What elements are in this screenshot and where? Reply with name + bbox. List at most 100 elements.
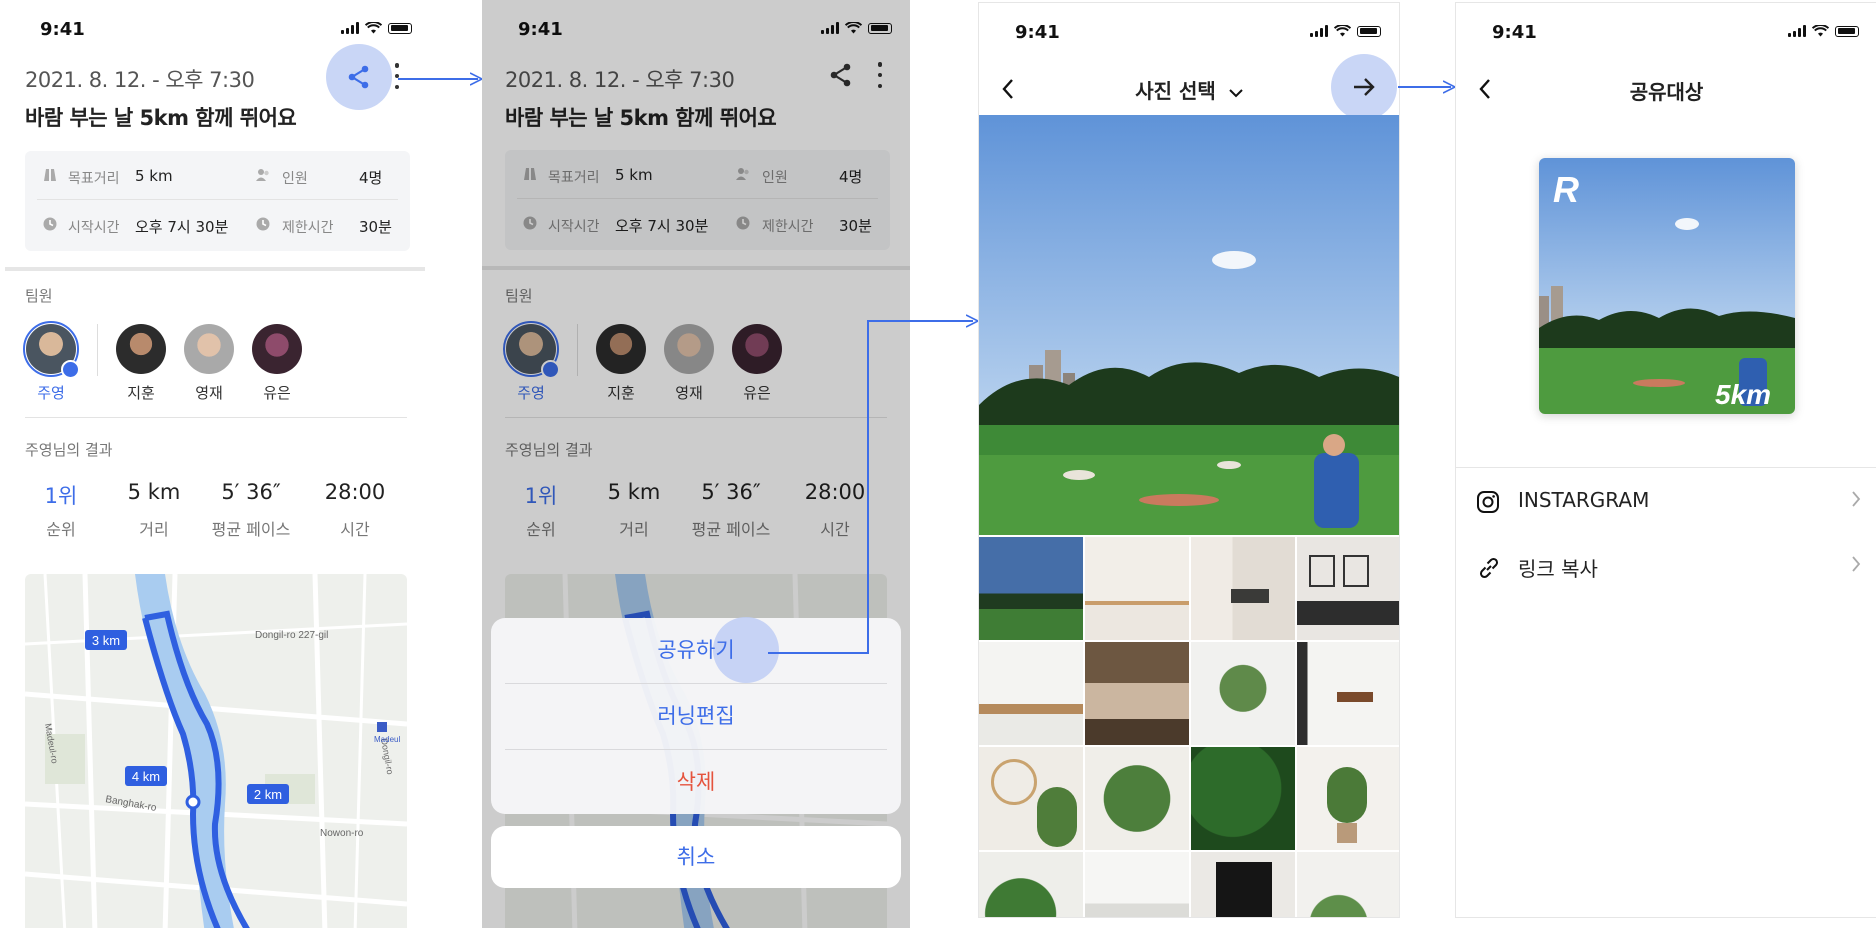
- run-date: 2021. 8. 12. - 오후 7:30: [25, 68, 255, 92]
- signal-icon: [1788, 25, 1806, 37]
- photo-thumbnail[interactable]: [979, 852, 1083, 917]
- people-icon: [256, 169, 269, 181]
- info-row: 목표거리 5 km 인원 4명: [37, 153, 398, 200]
- avatar-divider: [97, 324, 98, 376]
- result-label: 주영님의 결과: [25, 441, 113, 459]
- marker-text: 4 km: [132, 769, 160, 784]
- share-action[interactable]: 공유하기: [491, 618, 901, 682]
- start-value: 오후 7시 30분: [135, 218, 229, 236]
- marker-text: 2 km: [254, 787, 282, 802]
- chevron-right-icon: [1852, 491, 1861, 507]
- selected-photo[interactable]: [979, 115, 1399, 535]
- stat-rank-label: 순위: [46, 520, 76, 539]
- map-marker: 4 km: [125, 766, 167, 786]
- status-icons: [341, 22, 412, 34]
- stat-time-value: 28:00: [324, 480, 386, 504]
- battery-icon: [1357, 25, 1381, 37]
- chevron-right-icon: [1852, 556, 1861, 572]
- instagram-icon: [1477, 491, 1499, 513]
- timer-icon: [256, 217, 270, 231]
- photo-thumbnail[interactable]: [1085, 642, 1189, 745]
- clock-icon: [43, 217, 57, 231]
- flow-arrow: [867, 320, 973, 322]
- photo-thumbnail[interactable]: [1297, 747, 1399, 850]
- run-detail-screen: 9:41 2021. 8. 12. - 오후 7:30 바람 부는 날 5km …: [0, 0, 430, 928]
- stat-distance-value: 5 km: [127, 480, 181, 504]
- flow-arrow: [867, 320, 869, 654]
- status-icons: [1788, 25, 1859, 37]
- photo-thumbnail[interactable]: [1191, 852, 1295, 917]
- signal-icon: [341, 22, 359, 34]
- photo-thumbnail[interactable]: [1191, 537, 1295, 640]
- battery-icon: [388, 22, 412, 34]
- stat-rank-value: 1위: [44, 484, 78, 508]
- photo-thumbnail[interactable]: [979, 537, 1083, 640]
- section-divider: [5, 267, 425, 271]
- avatar[interactable]: [116, 324, 166, 374]
- share-preview-card: R 5km: [1539, 158, 1795, 414]
- share-option-instagram[interactable]: INSTARGRAM: [1456, 467, 1876, 534]
- flow-arrow: [398, 78, 478, 80]
- member-name: 주영: [37, 384, 65, 402]
- status-icons: [1310, 25, 1381, 37]
- distance-value: 5 km: [135, 167, 173, 185]
- info-row: 시작시간 오후 7시 30분 제한시간 30분: [37, 202, 398, 248]
- wifi-icon: [1334, 25, 1351, 37]
- map-marker: 3 km: [85, 630, 127, 650]
- distance-label: 목표거리: [68, 171, 120, 187]
- section-separator: [25, 417, 407, 418]
- status-bar: 9:41: [979, 3, 1399, 61]
- arrow-right-icon[interactable]: [1351, 74, 1377, 100]
- photo-select-title-text: 사진 선택: [1135, 79, 1216, 103]
- limit-label: 제한시간: [282, 220, 334, 236]
- map-label: Dongil-ro 227-gil: [255, 630, 328, 641]
- share-target-screen: 9:41 공유대상 R 5km INSTARGRAM 링크 복사: [1455, 2, 1876, 918]
- delete-action[interactable]: 삭제: [491, 750, 901, 814]
- photo-thumbnail[interactable]: [1191, 747, 1295, 850]
- cancel-button[interactable]: 취소: [491, 826, 901, 888]
- photo-thumbnail[interactable]: [979, 747, 1083, 850]
- map-label: Madeul: [374, 735, 400, 744]
- photo-thumbnail[interactable]: [1297, 852, 1399, 917]
- stat-pace-value: 5′ 36″: [221, 480, 281, 504]
- link-icon: [1479, 557, 1499, 579]
- avatar[interactable]: [184, 324, 234, 374]
- card-logo: R: [1553, 169, 1579, 210]
- member-name: 영재: [195, 384, 223, 402]
- photo-thumbnail[interactable]: [1297, 642, 1399, 745]
- avatar[interactable]: [252, 324, 302, 374]
- people-value: 4명: [359, 169, 383, 187]
- share-option-label: INSTARGRAM: [1518, 488, 1650, 512]
- photo-grid: [979, 537, 1399, 917]
- more-icon[interactable]: [394, 63, 400, 89]
- edit-action[interactable]: 러닝편집: [491, 684, 901, 748]
- photo-thumbnail[interactable]: [1085, 537, 1189, 640]
- photo-thumbnail[interactable]: [1085, 747, 1189, 850]
- start-label: 시작시간: [68, 220, 120, 236]
- card-distance-badge: 5km: [1715, 379, 1771, 410]
- photo-select-screen: 9:41 사진 선택: [978, 2, 1400, 918]
- run-title: 바람 부는 날 5km 함께 뛰어요: [25, 106, 297, 130]
- share-option-link[interactable]: 링크 복사: [1456, 533, 1876, 599]
- battery-icon: [1835, 25, 1859, 37]
- marker-text: 3 km: [92, 633, 120, 648]
- chevron-down-icon: [1229, 89, 1243, 98]
- stat-pace-label: 평균 페이스: [211, 520, 291, 539]
- status-time: 9:41: [1015, 22, 1060, 43]
- wifi-icon: [1812, 25, 1829, 37]
- share-target-title: 공유대상: [1629, 80, 1704, 104]
- photo-thumbnail[interactable]: [1085, 852, 1189, 917]
- limit-value: 30분: [359, 218, 392, 236]
- route-map[interactable]: 3 km 4 km 2 km Dongil-ro 227-gil Madeul-…: [25, 574, 407, 928]
- action-sheet: 공유하기 러닝편집 삭제: [491, 617, 901, 814]
- member-name: 유은: [263, 384, 291, 402]
- photo-thumbnail[interactable]: [1297, 537, 1399, 640]
- action-sheet-screen: 9:41 2021. 8. 12. - 오후 7:30 바람 부는 날 5km …: [482, 0, 910, 928]
- flow-arrow: [768, 652, 868, 654]
- distance-icon: [44, 169, 56, 181]
- signal-icon: [1310, 25, 1328, 37]
- share-icon[interactable]: [345, 63, 373, 91]
- photo-thumbnail[interactable]: [1191, 642, 1295, 745]
- photo-thumbnail[interactable]: [979, 642, 1083, 745]
- stat-distance-label: 거리: [139, 520, 169, 539]
